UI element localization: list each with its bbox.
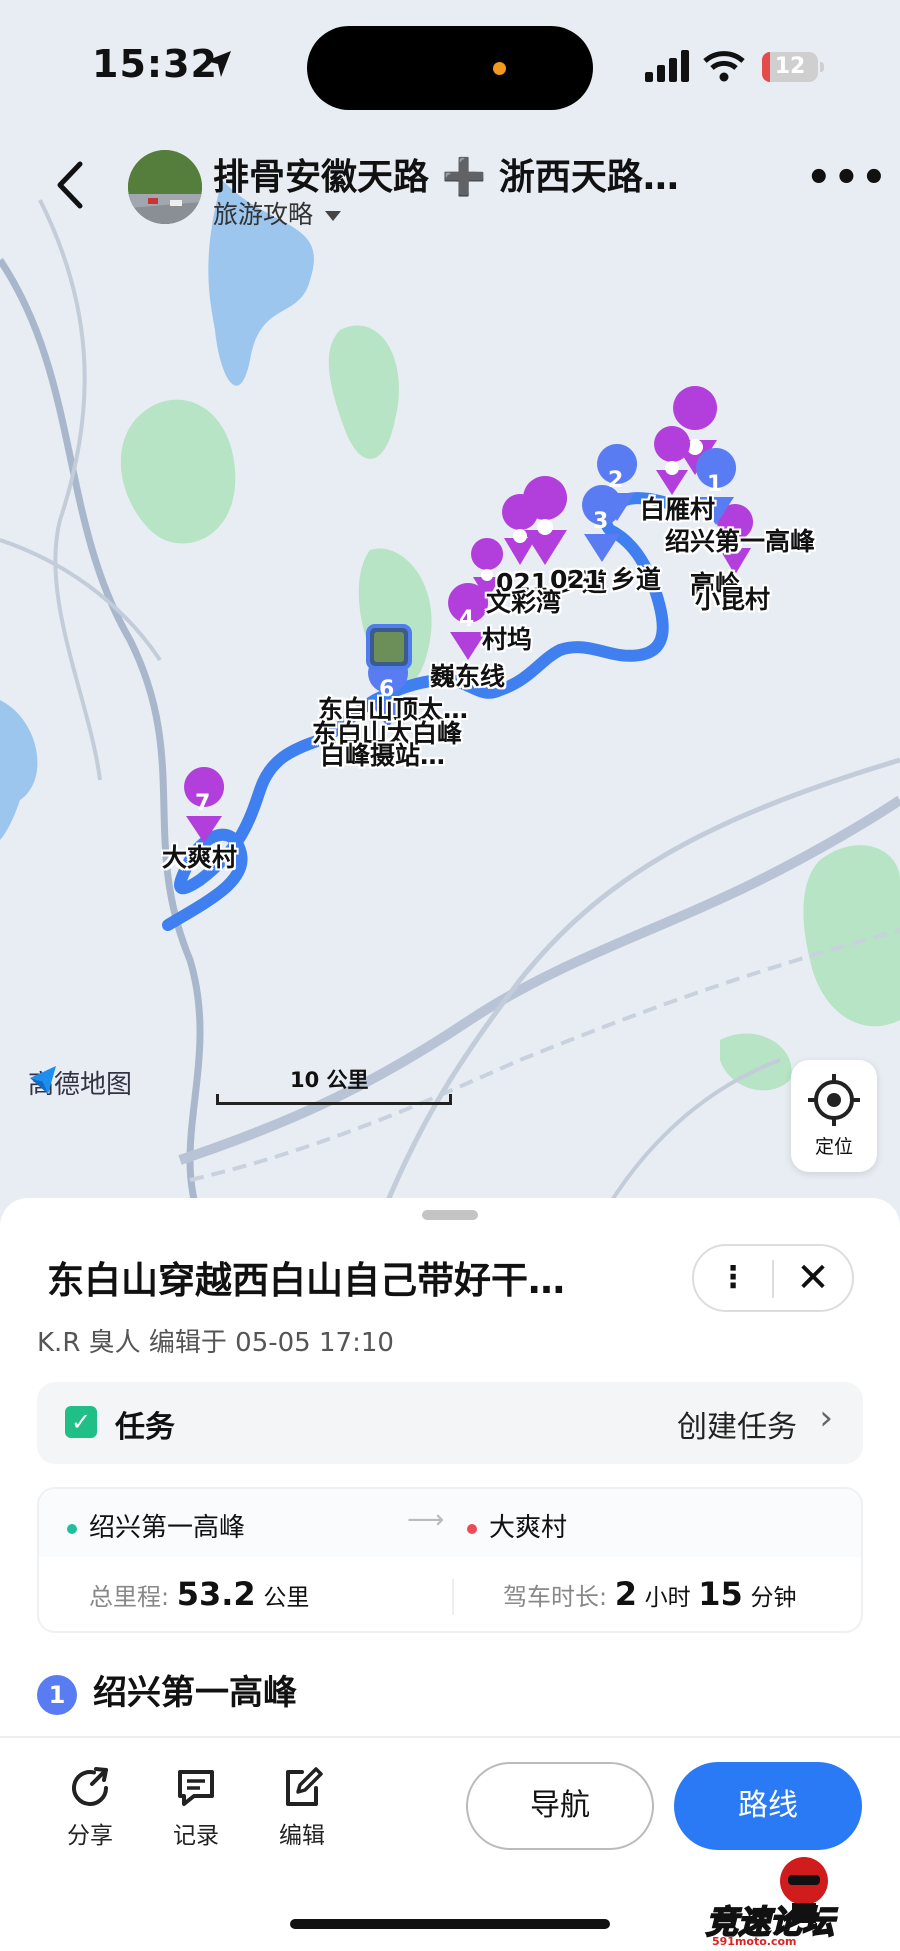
create-task-link[interactable]: 创建任务 <box>677 1402 797 1446</box>
edit-button[interactable]: 编辑 <box>262 1766 342 1850</box>
poi-pin[interactable] <box>654 426 691 495</box>
avatar-image <box>128 150 202 224</box>
avatar[interactable] <box>128 150 202 224</box>
menu-kebab-icon[interactable]: ⋮ <box>694 1246 772 1310</box>
map-label-weidong: 巍东线 <box>430 662 506 691</box>
map-label-wencai: 文彩湾 <box>486 588 562 617</box>
sheet-drag-handle[interactable] <box>422 1210 478 1220</box>
poi-pin[interactable] <box>502 494 539 565</box>
waypoint-number: 4 <box>459 607 475 632</box>
dynamic-island <box>307 26 593 110</box>
divider <box>0 1736 900 1738</box>
status-bar: 15:32 12 <box>0 0 900 130</box>
route-start: 绍兴第一高峰 <box>67 1507 245 1544</box>
scale-label: 10 公里 <box>290 1068 369 1092</box>
wifi-icon <box>703 51 745 82</box>
waypoint-item[interactable]: 1 绍兴第一高峰 <box>37 1665 297 1715</box>
category-dropdown[interactable]: 旅游攻略 <box>213 195 342 231</box>
map-label-cunwu: 村坞 <box>482 625 533 654</box>
status-time: 15:32 <box>92 42 218 86</box>
amap-logo-icon <box>30 1066 56 1094</box>
map-label-dashuang: 大爽村 <box>162 843 238 872</box>
drive-duration: 驾车时长: 2 小时 15 分钟 <box>503 1575 797 1613</box>
signal-icon <box>645 50 689 82</box>
locate-label: 定位 <box>814 1136 853 1158</box>
waypoint-number: 7 <box>195 791 211 816</box>
note-icon <box>178 1770 214 1806</box>
total-distance: 总里程: 53.2 公里 <box>89 1575 310 1613</box>
home-indicator <box>290 1919 610 1929</box>
forum-watermark: 竞速论坛 591moto.com <box>705 1853 900 1951</box>
waypoint-index: 1 <box>37 1674 77 1715</box>
share-button[interactable]: 分享 <box>50 1766 130 1850</box>
arrow-right-icon: ⟶ <box>407 1505 445 1535</box>
back-button[interactable] <box>52 160 88 210</box>
edit-icon <box>286 1767 323 1806</box>
page-title: 排骨安徽天路 ➕ 浙西天路… <box>213 157 679 198</box>
route-button[interactable]: 路线 <box>674 1762 862 1850</box>
record-button[interactable]: 记录 <box>156 1766 236 1850</box>
waypoint-number: 2 <box>608 468 624 493</box>
map-label-xiaokun: 小昆村 <box>695 585 771 614</box>
map-label-peak: 绍兴第一高峰 <box>665 527 816 556</box>
chevron-right-icon: › <box>819 1398 833 1438</box>
map-label-road-021b: 021 乡道 <box>550 565 661 594</box>
sheet-actions: ⋮ ✕ <box>692 1244 854 1312</box>
location-arrow-icon <box>206 51 231 77</box>
navigate-button[interactable]: 导航 <box>466 1762 654 1850</box>
recording-indicator <box>493 62 506 75</box>
chevron-down-icon <box>325 211 342 221</box>
more-options-button[interactable]: ••• <box>806 158 889 198</box>
locate-button[interactable]: 定位 <box>791 1060 877 1172</box>
map-label-station: 白峰摄站… <box>320 741 446 770</box>
share-icon <box>72 1767 108 1806</box>
locate-icon <box>808 1074 860 1126</box>
route-title: 东白山穿越西白山自己带好干… <box>47 1259 565 1302</box>
map-label-baiyan: 白雁村 <box>640 495 716 524</box>
task-label: 任务 <box>115 1410 175 1445</box>
scale-bar <box>216 1094 452 1105</box>
author-line: K.R 臭人 编辑于 05-05 17:10 <box>37 1328 394 1358</box>
photo-marker[interactable] <box>366 624 412 670</box>
end-dot-icon <box>467 1523 477 1534</box>
battery-icon: 12 <box>762 52 824 82</box>
route-summary: 绍兴第一高峰 ⟶ 大爽村 总里程: 53.2 公里 驾车时长: 2 小时 15 … <box>37 1487 863 1633</box>
route-end: 大爽村 <box>467 1507 567 1544</box>
amap-brand: 高德地图 <box>28 1064 132 1101</box>
calendar-check-icon: ✓ <box>65 1406 97 1438</box>
close-icon[interactable]: ✕ <box>774 1246 852 1310</box>
task-row[interactable]: ✓ 任务 创建任务 › <box>37 1382 863 1464</box>
waypoint-number: 3 <box>593 509 609 534</box>
start-dot-icon <box>67 1523 77 1534</box>
